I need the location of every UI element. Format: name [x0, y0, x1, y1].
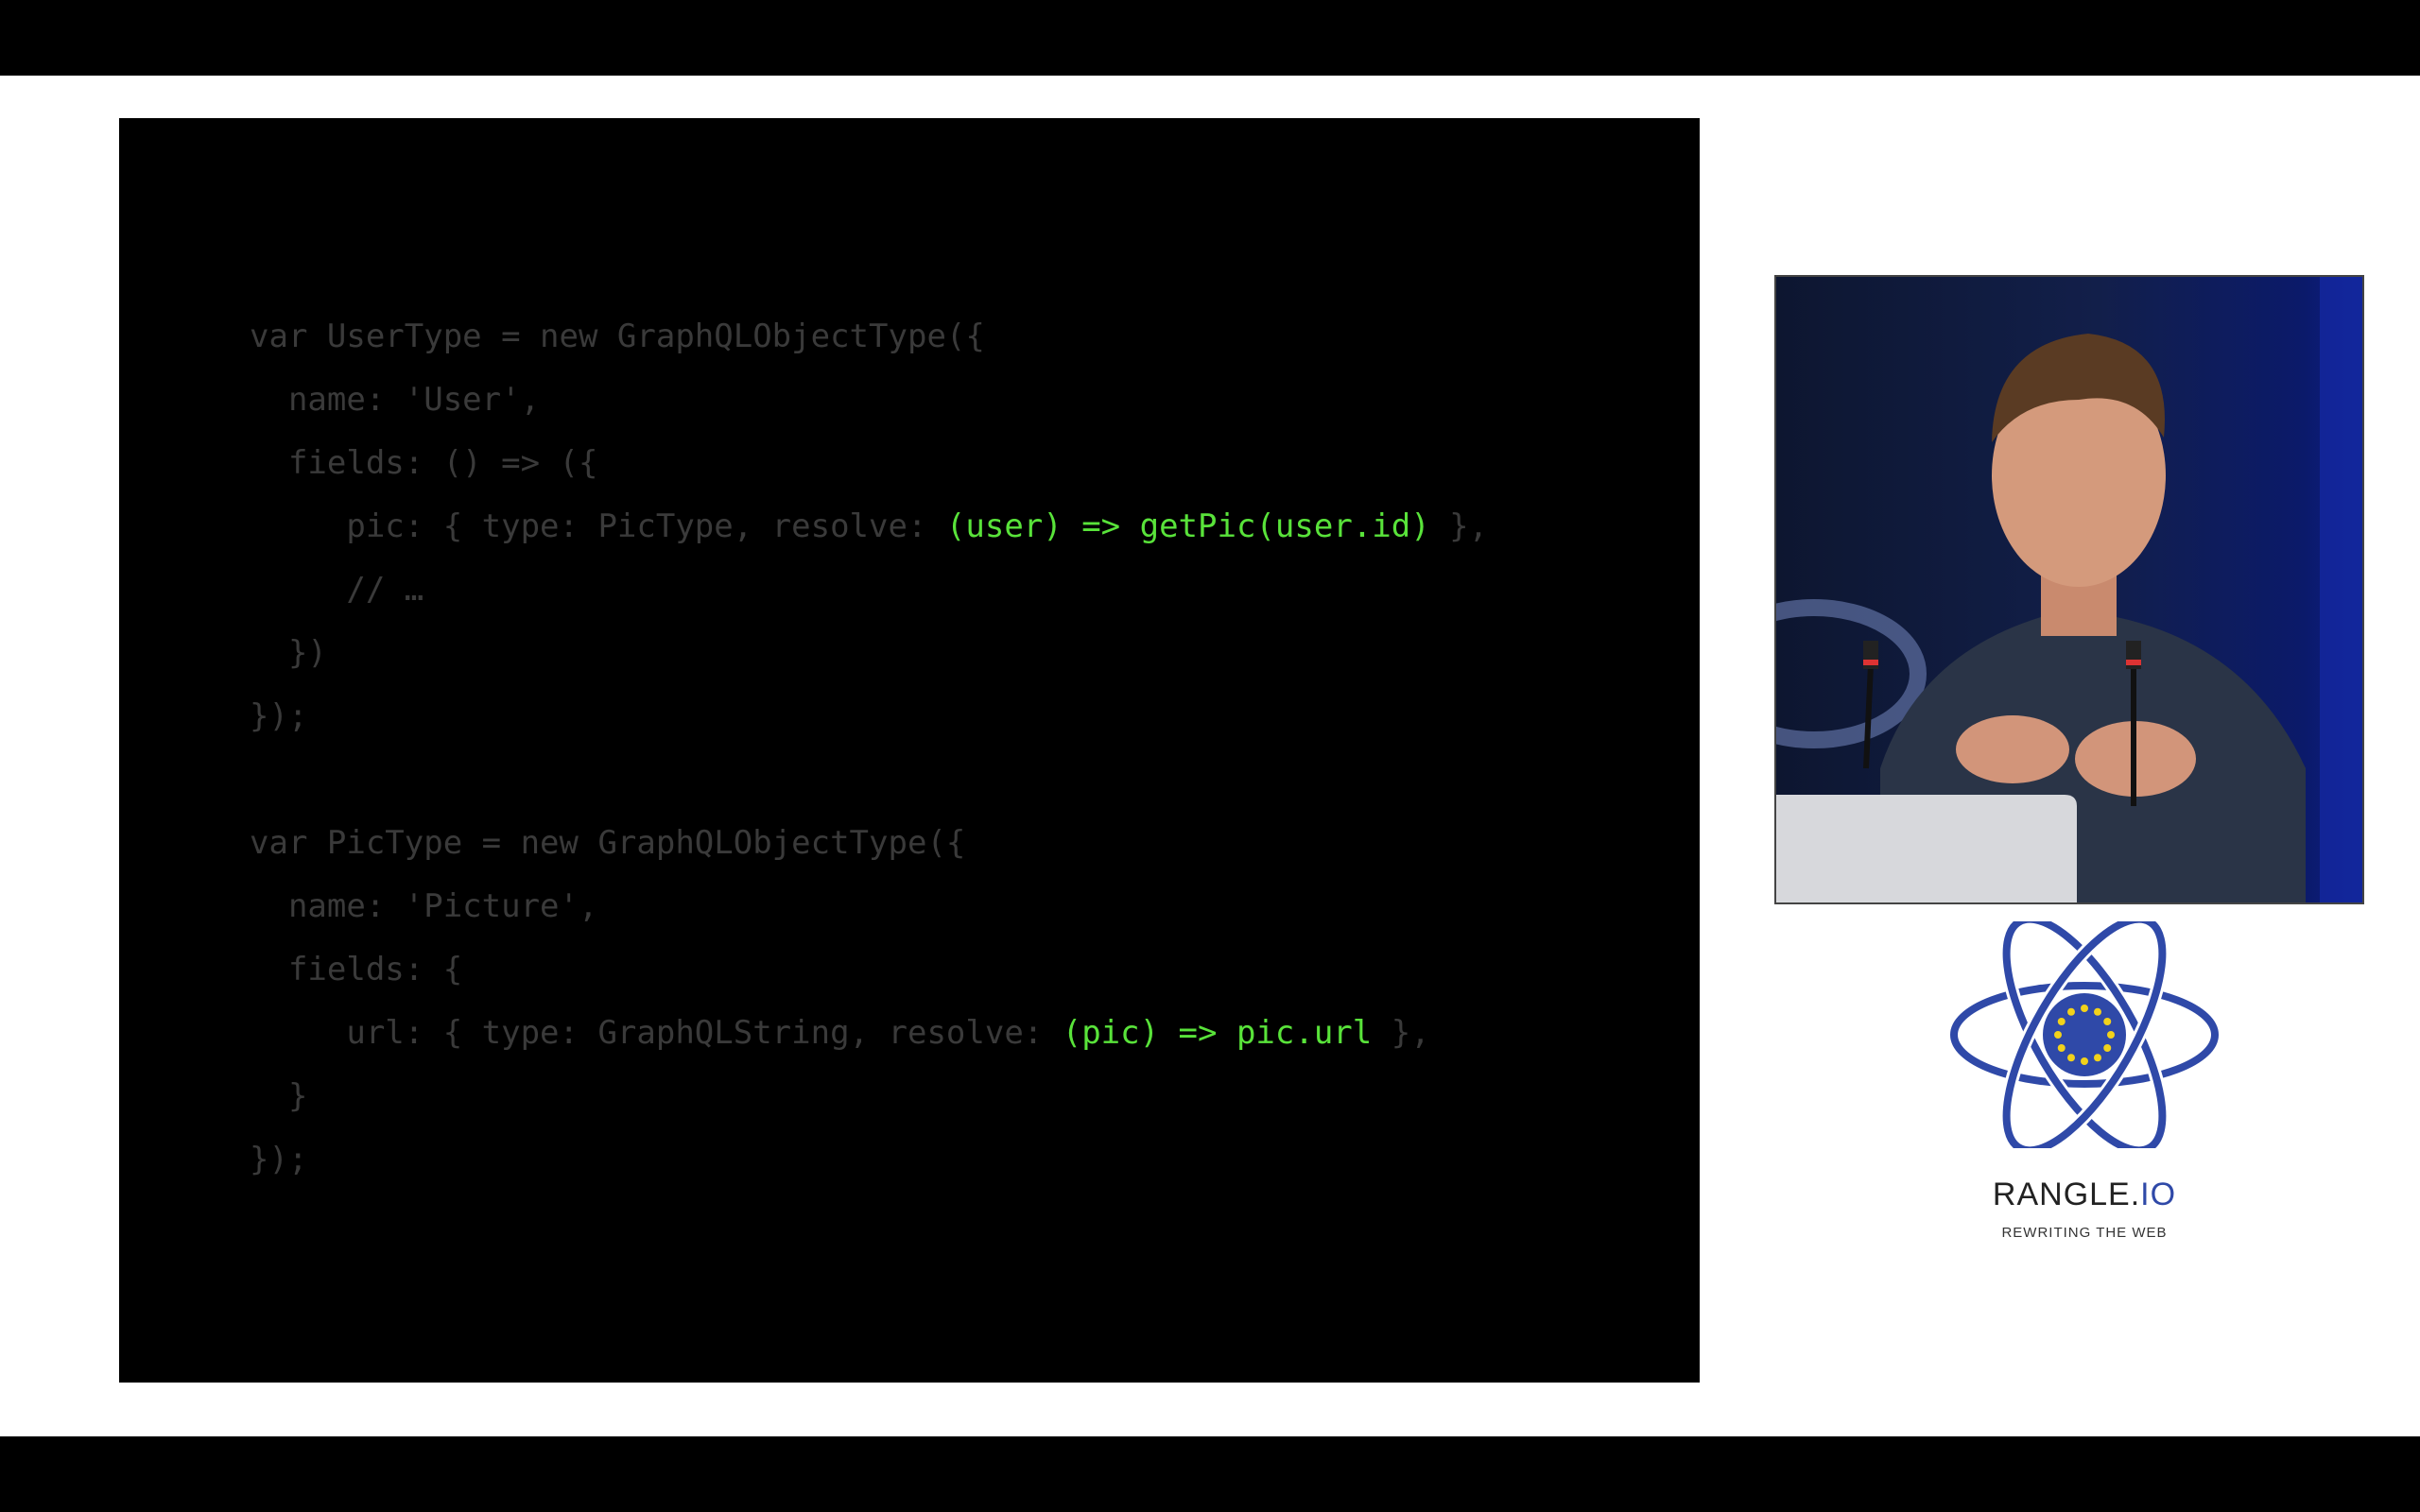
- code-line: var PicType = new GraphQLObjectType({: [250, 812, 1488, 875]
- brand-name-accent: IO: [2140, 1177, 2177, 1212]
- eu-star-icon: [2103, 1044, 2112, 1052]
- code-text: name: 'Picture',: [250, 887, 598, 925]
- code-line: });: [250, 685, 1488, 748]
- code-text: },: [1372, 1014, 1430, 1052]
- eu-star-icon: [2057, 1018, 2066, 1025]
- brand-name: RANGLE.IO: [1938, 1177, 2231, 1213]
- eu-star-icon: [2094, 1054, 2101, 1062]
- logo: [1947, 912, 2221, 1158]
- eu-star-icon: [2054, 1031, 2062, 1039]
- code-text: }: [250, 1077, 308, 1115]
- code-line: }: [250, 1065, 1488, 1128]
- code-text: fields: {: [250, 951, 463, 988]
- code-slide: var UserType = new GraphQLObjectType({ n…: [119, 118, 1700, 1383]
- eu-star-icon: [2067, 1054, 2075, 1062]
- speaker-illustration: [1776, 277, 2362, 902]
- code-text: url: { type: GraphQLString, resolve:: [250, 1014, 1063, 1052]
- code-text: });: [250, 1141, 308, 1178]
- code-line: // …: [250, 558, 1488, 622]
- presentation-stage: var UserType = new GraphQLObjectType({ n…: [0, 76, 2420, 1436]
- eu-star-icon: [2107, 1031, 2115, 1039]
- code-line: var UserType = new GraphQLObjectType({: [250, 305, 1488, 369]
- code-text: var UserType = new GraphQLObjectType({: [250, 318, 985, 355]
- react-atom-eu-stars-icon: [1947, 912, 2221, 1158]
- code-line: fields: {: [250, 938, 1488, 1002]
- code-line: }): [250, 622, 1488, 685]
- eu-star-icon: [2081, 1005, 2088, 1012]
- brand-tagline: REWRITING THE WEB: [2001, 1225, 2168, 1241]
- video-frame: var UserType = new GraphQLObjectType({ n…: [0, 0, 2420, 1512]
- brand-name-main: RANGLE.: [1992, 1177, 2141, 1212]
- eu-star-icon: [2057, 1044, 2066, 1052]
- code-text: });: [250, 697, 308, 735]
- code-highlight: (user) => getPic(user.id): [945, 507, 1430, 545]
- code-text: pic: { type: PicType, resolve:: [250, 507, 946, 545]
- code-line: pic: { type: PicType, resolve: (user) =>…: [250, 495, 1488, 558]
- code-text: }): [250, 634, 327, 672]
- eu-star-icon: [2103, 1018, 2112, 1025]
- code-line: name: 'Picture',: [250, 875, 1488, 938]
- eu-star-icon: [2067, 1007, 2075, 1016]
- code-text: fields: () => ({: [250, 444, 598, 482]
- code-text: // …: [250, 571, 424, 609]
- code-text: name: 'User',: [250, 381, 541, 419]
- code-line: url: { type: GraphQLString, resolve: (pi…: [250, 1002, 1488, 1065]
- code-line: fields: () => ({: [250, 432, 1488, 495]
- eu-star-icon: [2094, 1007, 2101, 1016]
- code-line: });: [250, 1128, 1488, 1192]
- speaker-video: [1774, 275, 2364, 904]
- code-block: var UserType = new GraphQLObjectType({ n…: [250, 305, 1488, 1192]
- eu-star-icon: [2081, 1057, 2088, 1065]
- code-highlight: (pic) => pic.url: [1062, 1014, 1373, 1052]
- code-line: name: 'User',: [250, 369, 1488, 432]
- code-text: var PicType = new GraphQLObjectType({: [250, 824, 966, 862]
- code-text: },: [1429, 507, 1489, 545]
